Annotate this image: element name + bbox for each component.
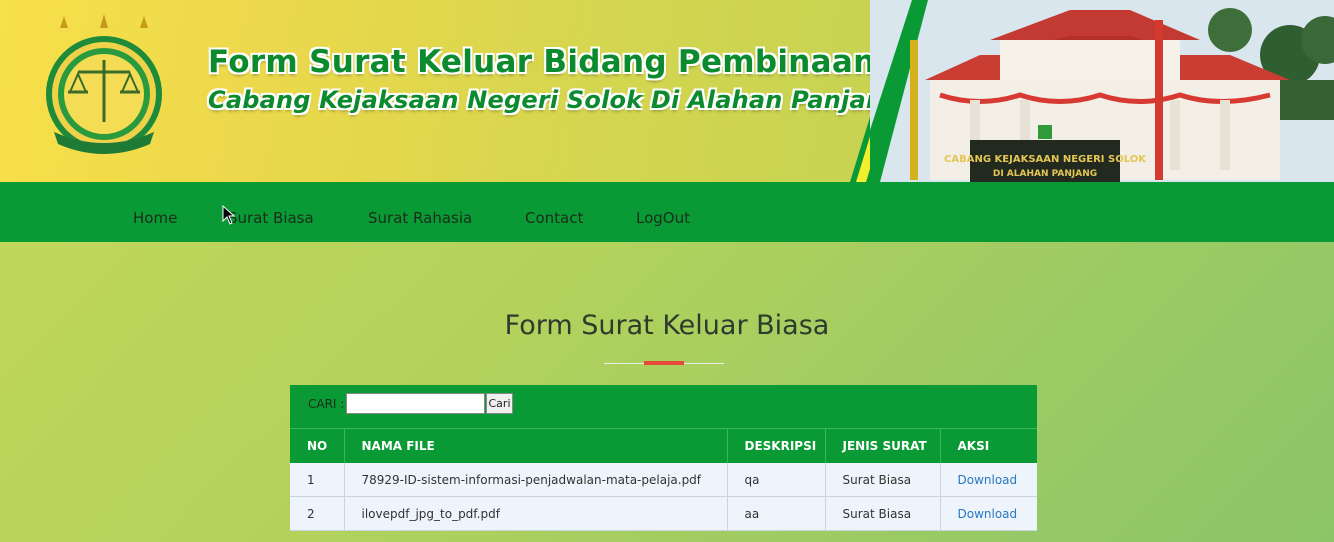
nav-logout[interactable]: LogOut <box>636 182 690 242</box>
nav-contact[interactable]: Contact <box>525 182 583 242</box>
courthouse-photo: CABANG KEJAKSAAN NEGERI SOLOK DI ALAHAN … <box>870 0 1334 182</box>
cell-no: 2 <box>290 496 344 531</box>
title-divider-accent <box>644 361 684 365</box>
mouse-cursor-icon <box>222 205 236 225</box>
cell-desc: qa <box>726 463 825 497</box>
col-header-no: NO <box>290 428 344 463</box>
building-sign-text-2: DI ALAHAN PANJANG <box>993 169 1097 179</box>
cell-type: Surat Biasa <box>824 463 940 497</box>
header-subtitle: Cabang Kejaksaan Negeri Solok Di Alahan … <box>208 86 901 114</box>
cell-desc: aa <box>726 496 825 531</box>
cell-action: Download <box>939 496 1037 531</box>
page-title: Form Surat Keluar Biasa <box>504 310 830 341</box>
kejaksaan-emblem-icon <box>46 14 162 154</box>
header-title: Form Surat Keluar Bidang Pembinaan <box>208 44 876 80</box>
site-header: Form Surat Keluar Bidang Pembinaan Caban… <box>0 0 1334 182</box>
cell-type: Surat Biasa <box>824 496 940 531</box>
col-header-file: NAMA FILE <box>343 428 727 463</box>
search-label: CARI : <box>308 397 345 411</box>
table-row: 1 78929-ID-sistem-informasi-penjadwalan-… <box>290 463 1037 497</box>
col-header-type: JENIS SURAT <box>824 428 940 463</box>
cell-no: 1 <box>290 463 344 497</box>
nav-surat-biasa[interactable]: Surat Biasa <box>228 182 314 242</box>
col-header-desc: DESKRIPSI <box>726 428 825 463</box>
files-table: NO NAMA FILE DESKRIPSI JENIS SURAT AKSI … <box>290 428 1037 531</box>
search-bar: CARI : Cari <box>290 385 1037 428</box>
cell-file: 78929-ID-sistem-informasi-penjadwalan-ma… <box>343 463 727 497</box>
building-sign-text: CABANG KEJAKSAAN NEGERI SOLOK <box>944 154 1147 165</box>
nav-surat-rahasia[interactable]: Surat Rahasia <box>368 182 472 242</box>
download-link[interactable]: Download <box>958 473 1018 487</box>
table-header-row: NO NAMA FILE DESKRIPSI JENIS SURAT AKSI <box>290 428 1037 463</box>
cell-file: ilovepdf_jpg_to_pdf.pdf <box>343 496 727 531</box>
search-button[interactable]: Cari <box>486 393 513 414</box>
files-panel: CARI : Cari NO NAMA FILE DESKRIPSI JENIS… <box>290 385 1037 531</box>
table-row: 2 ilovepdf_jpg_to_pdf.pdf aa Surat Biasa… <box>290 496 1037 531</box>
search-input[interactable] <box>346 393 485 414</box>
nav-home[interactable]: Home <box>133 182 177 242</box>
main-nav: Home Surat Biasa Surat Rahasia Contact L… <box>0 182 1334 242</box>
cell-action: Download <box>939 463 1037 497</box>
col-header-action: AKSI <box>939 428 1037 463</box>
download-link[interactable]: Download <box>958 507 1018 521</box>
